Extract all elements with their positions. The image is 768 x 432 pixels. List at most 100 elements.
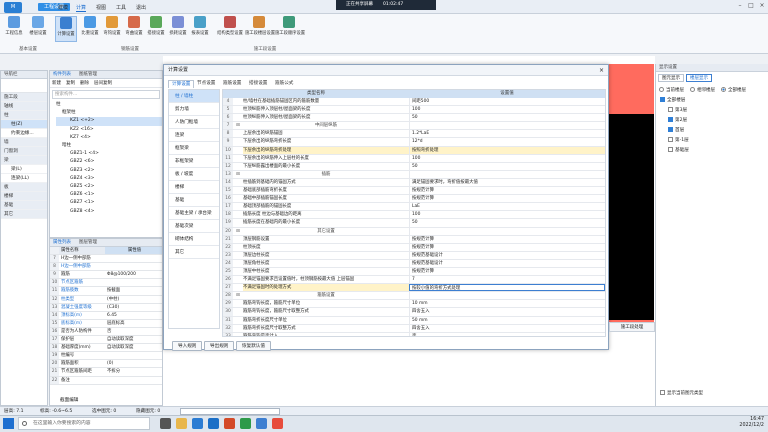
menu-exit[interactable]: 退出 bbox=[136, 4, 146, 12]
task-view-icon[interactable] bbox=[160, 418, 171, 429]
gtj-app-icon[interactable] bbox=[256, 418, 267, 429]
search-input[interactable]: 搜索构件... bbox=[52, 90, 160, 99]
prop-row[interactable]: 13 混凝土强度等级 (C30) bbox=[50, 303, 162, 312]
setting-row-value[interactable]: 满足锚固要求时，弯折值按最大值 bbox=[409, 178, 605, 187]
prop-row-value[interactable]: 按截面 bbox=[105, 287, 162, 294]
tab-lap[interactable]: 搭接设置 bbox=[246, 80, 270, 88]
radio-all-floors[interactable]: 全部楼层 bbox=[721, 87, 746, 93]
tree-node-kz7[interactable]: KZ7 <4> bbox=[56, 134, 162, 142]
file-explorer-icon[interactable] bbox=[176, 418, 187, 429]
floor-copy-button[interactable]: 层间复制 bbox=[94, 79, 112, 87]
category-item[interactable]: 剪力墙 bbox=[169, 103, 219, 116]
setting-row[interactable]: 12 下层纵筋露出楼面的最小长度 50 bbox=[223, 162, 605, 171]
expand-icon[interactable]: ⊟ bbox=[233, 171, 243, 178]
nav-item-constraint[interactable]: 约束边缘... bbox=[1, 129, 47, 138]
dialog-close-icon[interactable]: × bbox=[599, 67, 604, 74]
prop-row-value[interactable]: 自动读取深度 bbox=[105, 344, 162, 351]
project-info-button[interactable]: 工程信息 bbox=[3, 16, 25, 42]
minimize-icon[interactable]: – bbox=[735, 2, 745, 10]
setting-row-value[interactable]: 50 bbox=[409, 219, 605, 227]
setting-row[interactable]: 18 插筋长度 柱边与基础边的距离 100 bbox=[223, 211, 605, 220]
floor-checkbox[interactable]: 首层 bbox=[660, 126, 768, 136]
prop-row[interactable]: 9 箍筋 Φ8@100/200 bbox=[50, 271, 162, 280]
tab-drawing-mgmt[interactable]: 图纸管理 bbox=[79, 71, 97, 78]
weight-settings-button[interactable]: 比重设置 bbox=[79, 16, 101, 42]
tree-node-kz2[interactable]: KZ2 <16> bbox=[56, 126, 162, 134]
prop-row-value[interactable]: Φ8@100/200 bbox=[105, 271, 162, 278]
tree-node-gbz4[interactable]: GBZ4 <3> bbox=[56, 175, 162, 183]
category-item[interactable]: 基础主梁 / 承台梁 bbox=[169, 207, 219, 220]
prop-row[interactable]: 15 底标高(m) 层底标高 bbox=[50, 319, 162, 328]
prop-row[interactable]: 21 节点区箍筋间距 不拆分 bbox=[50, 368, 162, 377]
floor-checkbox[interactable]: 第-1层 bbox=[660, 136, 768, 146]
prop-row-value[interactable] bbox=[105, 279, 162, 286]
setting-row[interactable]: 7 ⊟ 中间层纵筋 bbox=[223, 122, 605, 131]
category-item[interactable]: 非框架梁 bbox=[169, 155, 219, 168]
lap-settings-button[interactable]: 搭接设置 bbox=[145, 16, 167, 42]
prop-row-value[interactable]: (0) bbox=[105, 360, 162, 367]
report-settings-button[interactable]: 报表设置 bbox=[189, 16, 211, 42]
category-item[interactable]: 人防门框墙 bbox=[169, 116, 219, 129]
nav-item-other[interactable]: 其它 bbox=[1, 210, 47, 219]
category-item[interactable]: 砌体结构 bbox=[169, 233, 219, 246]
app-red-icon[interactable] bbox=[272, 418, 283, 429]
category-item[interactable]: 楼梯 bbox=[169, 181, 219, 194]
setting-row-value[interactable]: 50 mm bbox=[409, 316, 605, 324]
nav-item-openings[interactable]: 门窗洞 bbox=[1, 147, 47, 156]
setting-row[interactable]: 32 箍筋弯折长度尺寸取整方式 四舍五入 bbox=[223, 324, 605, 333]
setting-row[interactable]: 9 下层余出的纵筋弯折长度 12*d bbox=[223, 138, 605, 147]
setting-row[interactable]: 19 插筋长度在基础内的最小长度 50 bbox=[223, 219, 605, 228]
maximize-icon[interactable]: □ bbox=[746, 2, 756, 10]
edge-icon[interactable] bbox=[192, 418, 203, 429]
setting-row-value[interactable]: 按规范基础设计 bbox=[409, 259, 605, 267]
prop-row[interactable]: 19 柱编号 bbox=[50, 352, 162, 361]
category-item[interactable]: 连梁 bbox=[169, 129, 219, 142]
category-item[interactable]: 基础次梁 bbox=[169, 220, 219, 233]
setting-row[interactable]: 24 顶层角柱长度 按规范基础设计 bbox=[223, 259, 605, 268]
tab-component-list[interactable]: 构件列表 bbox=[53, 71, 71, 78]
section-edit-button[interactable]: 截面编辑 bbox=[60, 397, 78, 403]
setting-row[interactable]: 25 顶层中柱长度 按规范计算 bbox=[223, 267, 605, 277]
category-item[interactable]: 柱 / 墙柱 bbox=[169, 90, 219, 103]
screen-share-bar[interactable]: 正在共享屏幕 01:02:47 bbox=[336, 0, 436, 10]
tab-calc[interactable]: 计算设置 bbox=[168, 80, 195, 88]
setting-row[interactable]: 20 ⊟ 其它设置 bbox=[223, 227, 605, 236]
prop-row[interactable]: 12 柱类型 (中柱) bbox=[50, 295, 162, 304]
setting-row-value[interactable]: 四舍五入 bbox=[409, 324, 605, 332]
setting-row-value[interactable] bbox=[409, 227, 605, 235]
menu-tools[interactable]: 工具 bbox=[116, 4, 126, 12]
setting-row-value[interactable]: 按规范计算 bbox=[409, 243, 605, 251]
floor-checkbox[interactable]: 第2层 bbox=[660, 116, 768, 126]
nav-item-beam-l[interactable]: 梁(L) bbox=[1, 165, 47, 174]
restore-default-button[interactable]: 恢复默认值 bbox=[236, 341, 271, 351]
setting-row[interactable]: 30 箍筋弯钩长度，箍筋尺寸取整方式 四舍五入 bbox=[223, 308, 605, 317]
prop-row[interactable]: 16 是否为人防构件 否 bbox=[50, 327, 162, 337]
nav-item-column-z[interactable]: 柱(Z) bbox=[1, 120, 47, 129]
word-icon[interactable] bbox=[208, 418, 219, 429]
menu-calc[interactable]: 计算 bbox=[76, 4, 87, 12]
setting-row[interactable]: 28 ⊟ 箍筋设置 bbox=[223, 292, 605, 301]
prop-row[interactable]: 17 保护层 自动读取深度 bbox=[50, 336, 162, 345]
setting-row-value[interactable]: 按较小值的弯折方式处理 bbox=[409, 284, 605, 292]
prop-row-value[interactable]: 自动读取深度 bbox=[105, 336, 162, 343]
tree-node-gbz8[interactable]: GBZ8 <4> bbox=[56, 208, 162, 216]
tree-node-gbz3[interactable]: GBZ3 <2> bbox=[56, 167, 162, 175]
copy-button[interactable]: 复制 bbox=[66, 79, 75, 87]
prop-row[interactable]: 22 备注 bbox=[50, 376, 162, 385]
prop-row-value[interactable]: (C30) bbox=[105, 304, 162, 311]
prop-row-value[interactable] bbox=[105, 377, 162, 384]
setting-row-value[interactable]: 按照弯折处理 bbox=[409, 146, 605, 154]
setting-row-value[interactable]: 50 bbox=[409, 162, 605, 170]
tree-node-column[interactable]: 柱 bbox=[56, 101, 162, 109]
setting-row[interactable]: 15 基础底部插筋弯折长度 按规范计算 bbox=[223, 187, 605, 196]
setting-row[interactable]: 33 箍筋弯钩是否计入 否 bbox=[223, 332, 605, 336]
setting-row[interactable]: 23 顶层边柱长度 按规范基础设计 bbox=[223, 251, 605, 260]
setting-row-value[interactable]: 100 bbox=[409, 106, 605, 114]
setting-row-value[interactable]: LaE bbox=[409, 203, 605, 211]
setting-row[interactable]: 11 下层余出的纵筋伸入上层柱的长度 100 bbox=[223, 154, 605, 163]
setting-row-value[interactable] bbox=[409, 170, 605, 178]
prop-row[interactable]: 10 节点区箍筋 bbox=[50, 279, 162, 288]
loss-settings-button[interactable]: 损耗设置 bbox=[167, 16, 189, 42]
prop-row[interactable]: 18 基础厚度(mm) 自动读取深度 bbox=[50, 344, 162, 353]
tree-node-gbz6[interactable]: GBZ6 <1> bbox=[56, 191, 162, 199]
